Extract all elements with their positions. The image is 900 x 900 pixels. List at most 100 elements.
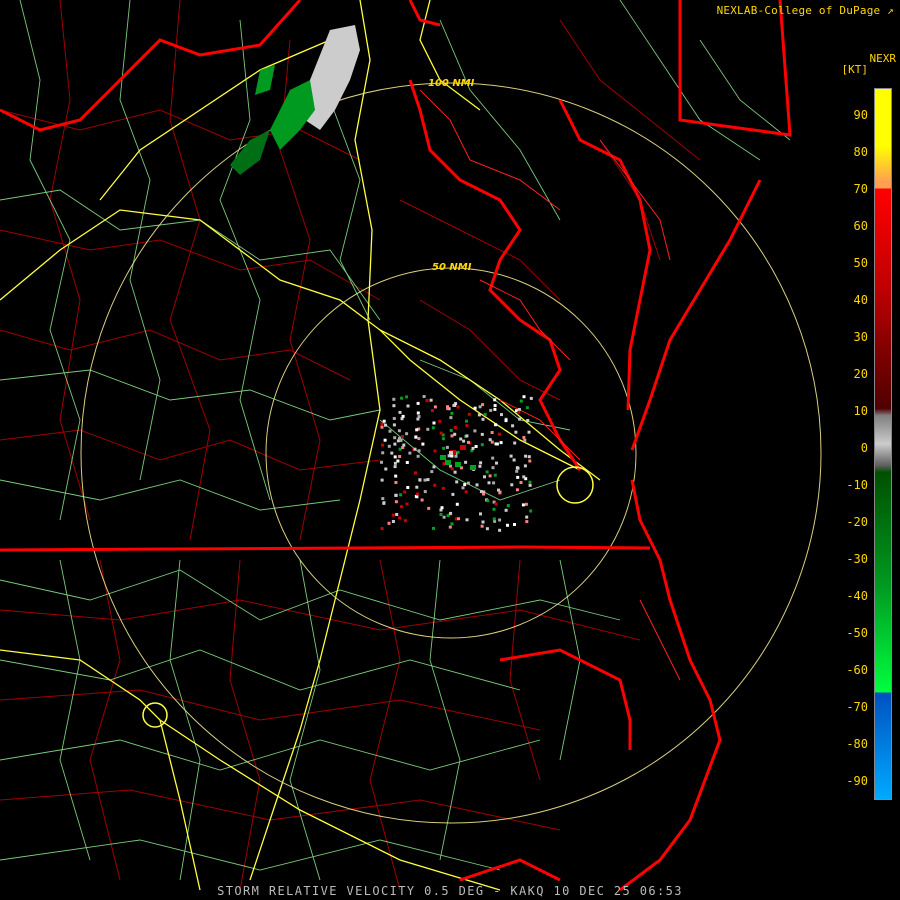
- echo-pixel: [416, 411, 420, 415]
- product-caption: STORM RELATIVE VELOCITY 0.5 DEG - KAKQ 1…: [217, 884, 683, 898]
- echo-pixel: [440, 506, 444, 510]
- echo-pixel: [401, 414, 405, 418]
- echo-pixel: [414, 435, 418, 439]
- echo-pixel: [525, 520, 529, 524]
- echo-pixel: [465, 518, 469, 522]
- echo-pixel: [465, 419, 468, 423]
- radar-map: 100 NMI 50 NMI: [0, 0, 900, 900]
- echo-pixel: [398, 436, 401, 440]
- echo-pixel: [465, 424, 469, 428]
- velocity-color-bar: [874, 88, 892, 800]
- echo-pixel: [516, 466, 520, 470]
- echo-pixel: [448, 525, 452, 529]
- echo-pixel: [492, 481, 496, 485]
- echo-pixel: [529, 509, 533, 513]
- echo-pixel: [439, 431, 443, 435]
- echo-pixel: [442, 515, 446, 519]
- legend-tick: -40: [846, 589, 868, 603]
- echo-pixel: [438, 419, 442, 423]
- echo-pixel: [459, 437, 463, 441]
- echo-pixel: [423, 478, 427, 482]
- echo-pixel: [519, 399, 523, 403]
- ring-label-50: 50 NMI: [432, 262, 472, 273]
- echo-pixel: [420, 498, 424, 502]
- echo-pixel: [489, 408, 493, 412]
- echo-pixel: [522, 395, 526, 399]
- echo-pixel: [421, 442, 425, 446]
- echo-pixel: [517, 408, 521, 411]
- echo-pixel: [414, 471, 417, 475]
- legend-tick: 30: [853, 330, 868, 344]
- echo-pixel: [400, 396, 404, 400]
- echo-pixel: [399, 493, 403, 497]
- echo-pixel: [492, 507, 496, 511]
- echo-pixel: [524, 454, 528, 458]
- echo-pixel: [515, 469, 519, 473]
- echo-pixel: [481, 520, 485, 524]
- echo-pixel: [380, 422, 384, 426]
- legend-product: NEXR: [869, 52, 897, 65]
- echo-pixel: [474, 445, 478, 448]
- echo-pixel: [464, 490, 468, 494]
- echo-pixel: [388, 429, 392, 433]
- echo-pixel: [475, 483, 479, 487]
- echo-pixel: [383, 438, 387, 442]
- echo-pixel: [422, 395, 426, 398]
- echo-pixel: [442, 462, 446, 466]
- legend-tick: -90: [846, 774, 868, 788]
- echo-pixel: [481, 403, 485, 407]
- echo-pixel: [380, 425, 384, 429]
- echo-pixel: [497, 432, 501, 436]
- external-link-icon[interactable]: ↗: [887, 4, 894, 17]
- echo-pixel: [449, 511, 453, 515]
- echo-pixel: [384, 467, 388, 471]
- echo-pixel: [433, 405, 437, 409]
- legend-tick: -30: [846, 552, 868, 566]
- echo-pixel: [405, 432, 409, 436]
- echo-pixel: [449, 416, 453, 420]
- legend-tick: -60: [846, 663, 868, 677]
- legend-tick: 10: [853, 404, 868, 418]
- echo-pixel: [398, 410, 402, 414]
- legend-tick: 0: [860, 441, 868, 455]
- echo-pixel: [519, 481, 523, 484]
- echo-pixel: [431, 409, 434, 413]
- echo-pixel: [429, 398, 433, 402]
- legend-tick: -50: [846, 626, 868, 640]
- echo-pixel: [393, 442, 397, 446]
- echo-pixel: [498, 528, 502, 532]
- legend-tick: -70: [846, 700, 868, 714]
- echo-pixel: [528, 480, 532, 484]
- echo-pixel: [450, 411, 454, 415]
- echo-pixel: [492, 517, 496, 521]
- echo-cluster: [455, 462, 461, 467]
- echo-pixel: [381, 451, 385, 455]
- echo-cluster: [470, 465, 476, 470]
- echo-pixel: [487, 481, 491, 485]
- echo-pixel: [456, 450, 460, 454]
- echo-pixel: [397, 429, 401, 433]
- echo-pixel: [467, 412, 471, 416]
- echo-pixel: [427, 506, 431, 510]
- echo-pixel: [398, 455, 402, 458]
- echo-pixel: [528, 459, 532, 463]
- echo-pixel: [523, 438, 527, 442]
- echo-pixel: [514, 430, 518, 434]
- echo-pixel: [392, 423, 396, 427]
- echo-pixel: [491, 456, 495, 460]
- echo-pixel: [433, 449, 437, 453]
- echo-pixel: [479, 461, 483, 465]
- echo-pixel: [442, 446, 446, 450]
- echo-pixel: [512, 458, 516, 462]
- echo-pixel: [393, 465, 397, 469]
- echo-pixel: [394, 474, 398, 478]
- echo-pixel: [506, 523, 509, 527]
- echo-pixel: [482, 492, 485, 496]
- echo-pixel: [473, 406, 477, 410]
- echo-pixel: [506, 504, 510, 508]
- echo-pixel: [494, 502, 498, 506]
- echo-pixel: [452, 404, 456, 407]
- echo-pixel: [497, 488, 500, 492]
- echo-pixel: [451, 492, 455, 496]
- echo-pixel: [479, 512, 482, 516]
